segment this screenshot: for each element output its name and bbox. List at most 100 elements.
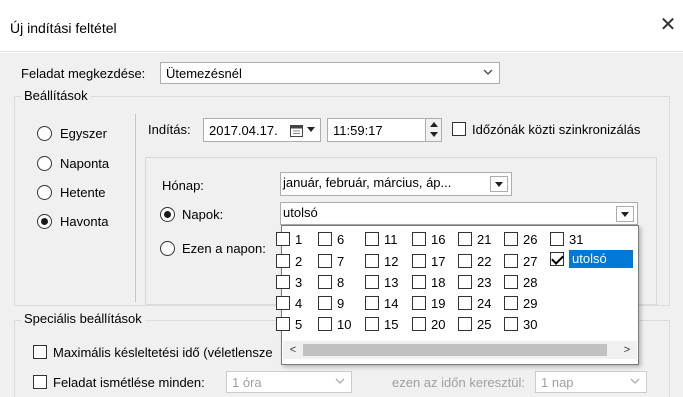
day-item-29[interactable]: 29: [504, 294, 537, 312]
duration-combo[interactable]: 1 nap: [535, 371, 647, 393]
repeat-combo[interactable]: 1 óra: [226, 371, 352, 393]
month-dropdown-button[interactable]: [490, 176, 508, 192]
day-checkbox[interactable]: [276, 275, 290, 289]
max-delay-checkbox[interactable]: [33, 345, 47, 359]
day-checkbox[interactable]: [318, 317, 332, 331]
close-icon[interactable]: ✕: [657, 14, 679, 36]
day-checkbox[interactable]: [318, 296, 332, 310]
day-checkbox[interactable]: [365, 254, 379, 268]
day-item-25[interactable]: 25: [458, 315, 491, 333]
day-checkbox[interactable]: [504, 275, 518, 289]
day-checkbox[interactable]: [412, 317, 426, 331]
scroll-right-icon[interactable]: >: [619, 342, 635, 358]
day-item-5[interactable]: 5: [276, 315, 302, 333]
day-item-1[interactable]: 1: [276, 230, 302, 248]
day-label: 21: [477, 231, 492, 247]
day-checkbox[interactable]: [504, 232, 518, 246]
day-item-6[interactable]: 6: [318, 230, 344, 248]
day-item-18[interactable]: 18: [412, 273, 445, 291]
day-item-31[interactable]: 31: [550, 230, 583, 248]
day-checkbox[interactable]: [504, 296, 518, 310]
calendar-icon[interactable]: [290, 124, 304, 137]
day-item-8[interactable]: 8: [318, 273, 344, 291]
day-checkbox[interactable]: [412, 254, 426, 268]
day-checkbox[interactable]: [458, 275, 472, 289]
dropdown-hscrollbar[interactable]: < >: [283, 341, 637, 359]
day-checkbox[interactable]: [318, 275, 332, 289]
day-checkbox[interactable]: [504, 317, 518, 331]
days-combo[interactable]: utolsó: [280, 202, 638, 225]
date-picker[interactable]: 2017.04.17.: [203, 118, 321, 142]
day-item-last[interactable]: utolsó: [550, 250, 633, 268]
date-dropdown-icon[interactable]: [307, 127, 315, 133]
day-checkbox-checked[interactable]: [550, 252, 564, 266]
day-item-14[interactable]: 14: [365, 294, 398, 312]
day-item-22[interactable]: 22: [458, 252, 491, 270]
day-checkbox[interactable]: [318, 254, 332, 268]
radio-days-circle[interactable]: [160, 207, 175, 222]
day-item-21[interactable]: 21: [458, 230, 491, 248]
day-item-26[interactable]: 26: [504, 230, 537, 248]
day-item-2[interactable]: 2: [276, 252, 302, 270]
day-checkbox[interactable]: [458, 296, 472, 310]
radio-daily-circle[interactable]: [37, 156, 52, 171]
day-checkbox[interactable]: [276, 254, 290, 268]
radio-weekly[interactable]: Hetente: [37, 184, 132, 202]
radio-once-circle[interactable]: [37, 126, 52, 141]
day-checkbox[interactable]: [365, 317, 379, 331]
day-item-10[interactable]: 10: [318, 315, 351, 333]
day-item-16[interactable]: 16: [412, 230, 445, 248]
day-item-30[interactable]: 30: [504, 315, 537, 333]
spin-down-icon[interactable]: [430, 132, 438, 137]
radio-on-days-circle[interactable]: [160, 241, 175, 256]
day-checkbox[interactable]: [365, 275, 379, 289]
day-checkbox[interactable]: [412, 275, 426, 289]
day-item-12[interactable]: 12: [365, 252, 398, 270]
day-item-7[interactable]: 7: [318, 252, 344, 270]
repeat-checkbox[interactable]: [33, 375, 47, 389]
day-item-28[interactable]: 28: [504, 273, 537, 291]
day-item-15[interactable]: 15: [365, 315, 398, 333]
day-label: 11: [384, 231, 398, 247]
task-start-combo[interactable]: Ütemezésnél: [160, 62, 500, 84]
day-checkbox[interactable]: [458, 317, 472, 331]
day-item-9[interactable]: 9: [318, 294, 344, 312]
day-checkbox[interactable]: [276, 296, 290, 310]
radio-monthly[interactable]: Havonta: [37, 213, 132, 231]
day-item-23[interactable]: 23: [458, 273, 491, 291]
radio-weekly-circle[interactable]: [37, 185, 52, 200]
day-checkbox[interactable]: [458, 254, 472, 268]
day-item-11[interactable]: 11: [365, 230, 398, 248]
day-checkbox[interactable]: [504, 254, 518, 268]
days-dropdown-button[interactable]: [616, 206, 634, 222]
day-checkbox[interactable]: [458, 232, 472, 246]
day-item-4[interactable]: 4: [276, 294, 302, 312]
day-item-3[interactable]: 3: [276, 273, 302, 291]
scroll-left-icon[interactable]: <: [285, 342, 301, 358]
day-checkbox[interactable]: [365, 296, 379, 310]
day-item-19[interactable]: 19: [412, 294, 445, 312]
day-checkbox[interactable]: [365, 232, 379, 246]
day-item-17[interactable]: 17: [412, 252, 445, 270]
day-checkbox[interactable]: [276, 317, 290, 331]
day-item-20[interactable]: 20: [412, 315, 445, 333]
day-checkbox[interactable]: [412, 296, 426, 310]
day-item-24[interactable]: 24: [458, 294, 491, 312]
day-checkbox[interactable]: [276, 232, 290, 246]
radio-on-days[interactable]: Ezen a napon:: [160, 240, 285, 258]
time-picker[interactable]: 11:59:17: [327, 118, 442, 142]
spin-updown-icon[interactable]: [425, 119, 441, 141]
radio-monthly-circle[interactable]: [37, 214, 52, 229]
sync-checkbox[interactable]: [452, 122, 466, 136]
day-checkbox[interactable]: [550, 232, 564, 246]
day-checkbox[interactable]: [412, 232, 426, 246]
day-item-27[interactable]: 27: [504, 252, 537, 270]
radio-daily[interactable]: Naponta: [37, 155, 132, 173]
spin-up-icon[interactable]: [430, 122, 438, 127]
day-checkbox[interactable]: [318, 232, 332, 246]
month-combo[interactable]: január, február, március, áp...: [280, 172, 512, 196]
day-item-13[interactable]: 13: [365, 273, 398, 291]
radio-days[interactable]: Napok:: [160, 206, 270, 224]
radio-once[interactable]: Egyszer: [37, 125, 132, 143]
scrollbar-thumb[interactable]: [303, 344, 607, 356]
